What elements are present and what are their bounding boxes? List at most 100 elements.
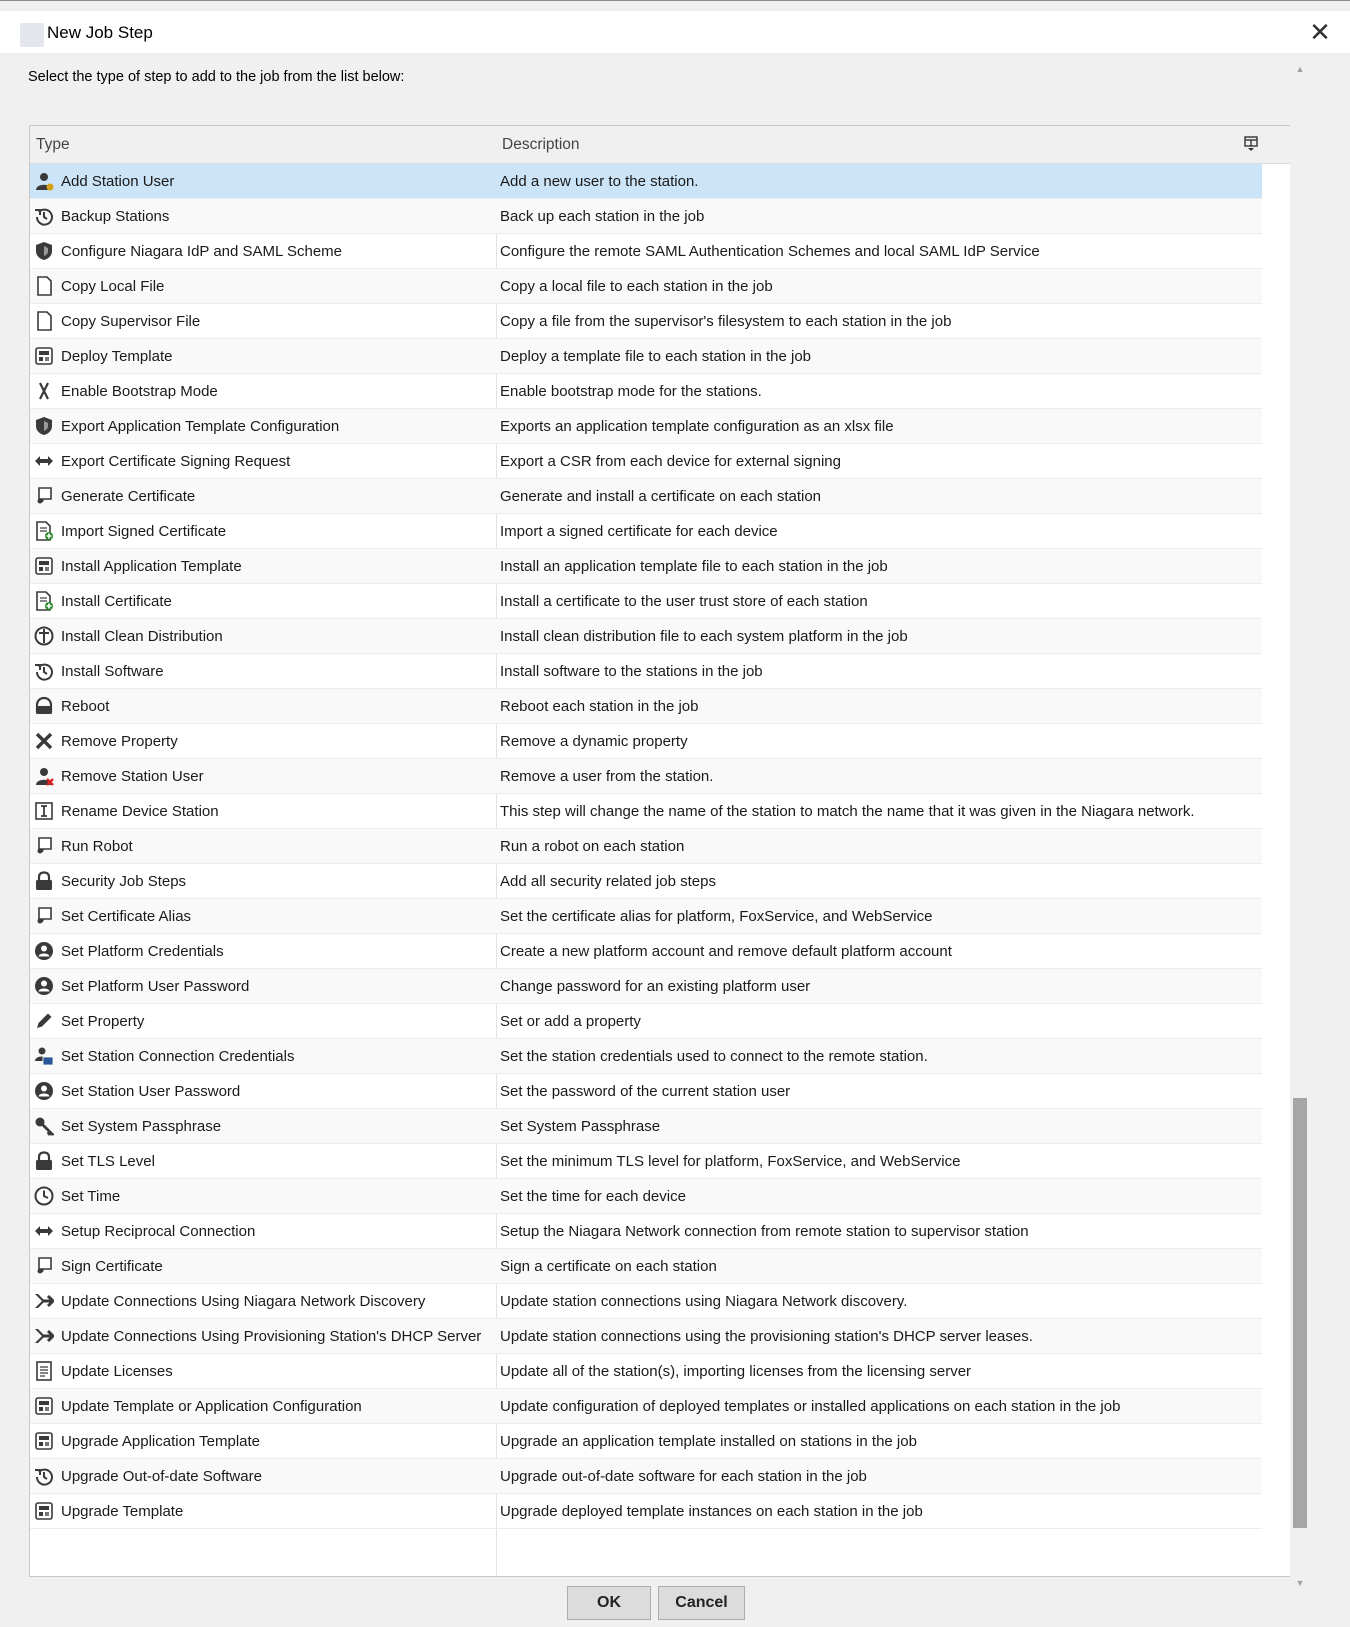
credentials-icon bbox=[34, 1046, 54, 1066]
table-row[interactable]: Sign Certificate Sign a certificate on ea… bbox=[30, 1249, 1262, 1284]
arrows-icon bbox=[34, 451, 54, 471]
scroll-up-arrow-icon[interactable]: ▲ bbox=[1290, 61, 1310, 77]
table-row[interactable]: Remove Station User Remove a user from th… bbox=[30, 759, 1262, 794]
row-description-cell: Set the time for each device bbox=[500, 1188, 686, 1205]
table-row[interactable]: Update Connections Using Provisioning St… bbox=[30, 1319, 1262, 1354]
table-row[interactable]: Run Robot Run a robot on each station bbox=[30, 829, 1262, 864]
job-step-table: Type Description Add Station User Add a n… bbox=[29, 125, 1310, 1577]
row-description-cell: Copy a file from the supervisor's filesy… bbox=[500, 313, 952, 330]
table-header: Type Description bbox=[30, 126, 1310, 164]
table-row[interactable]: Set Property Set or add a property bbox=[30, 1004, 1262, 1039]
table-row[interactable]: Install Clean Distribution Install clean … bbox=[30, 619, 1262, 654]
row-description-cell: Copy a local file to each station in the… bbox=[500, 278, 773, 295]
table-row[interactable]: Upgrade Out-of-date Software Upgrade out-… bbox=[30, 1459, 1262, 1494]
row-description-cell: Set the password of the current station … bbox=[500, 1083, 791, 1100]
row-type-cell: Remove Property bbox=[61, 733, 178, 750]
merge-icon bbox=[34, 1326, 56, 1346]
row-type-cell: Upgrade Out-of-date Software bbox=[61, 1468, 262, 1485]
shield-icon bbox=[34, 416, 54, 436]
table-row[interactable]: Copy Supervisor File Copy a file from the… bbox=[30, 304, 1262, 339]
row-type-cell: Install Clean Distribution bbox=[61, 628, 223, 645]
table-row[interactable]: Export Certificate Signing Request Export… bbox=[30, 444, 1262, 479]
table-row[interactable]: Export Application Template Configuratio… bbox=[30, 409, 1262, 444]
row-description-cell: Install a certificate to the user trust … bbox=[500, 593, 868, 610]
table-row[interactable]: Upgrade Application Template Upgrade an a… bbox=[30, 1424, 1262, 1459]
table-row[interactable]: Update Connections Using Niagara Network… bbox=[30, 1284, 1262, 1319]
certificate-icon bbox=[34, 906, 54, 926]
table-row[interactable]: Update Template or Application Configura… bbox=[30, 1389, 1262, 1424]
table-row[interactable]: Add Station User Add a new user to the st… bbox=[30, 164, 1262, 199]
scroll-thumb[interactable] bbox=[1293, 1098, 1307, 1528]
row-type-cell: Copy Supervisor File bbox=[61, 313, 201, 330]
row-type-cell: Security Job Steps bbox=[61, 873, 187, 890]
row-description-cell: Run a robot on each station bbox=[500, 838, 685, 855]
row-description-cell: Upgrade an application template installe… bbox=[500, 1433, 917, 1450]
title-bar: New Job Step ✕ bbox=[0, 11, 1350, 53]
row-description-cell: Install clean distribution file to each … bbox=[500, 628, 908, 645]
row-type-cell: Run Robot bbox=[61, 838, 133, 855]
table-row[interactable]: Remove Property Remove a dynamic property bbox=[30, 724, 1262, 759]
table-row[interactable]: Set Platform Credentials Create a new pla… bbox=[30, 934, 1262, 969]
column-header-type[interactable]: Type bbox=[36, 126, 70, 164]
reboot-icon bbox=[34, 696, 54, 716]
table-row[interactable]: Install Certificate Install a certificate… bbox=[30, 584, 1262, 619]
document-add-icon bbox=[34, 591, 54, 611]
table-row[interactable]: Set Time Set the time for each device bbox=[30, 1179, 1262, 1214]
column-chooser-icon[interactable] bbox=[1244, 136, 1258, 152]
arrows-icon bbox=[34, 1221, 54, 1241]
table-row[interactable]: Backup Stations Back up each station in t… bbox=[30, 199, 1262, 234]
row-description-cell: Set the certificate alias for platform, … bbox=[500, 908, 933, 925]
pencil-icon bbox=[34, 1011, 54, 1031]
table-row[interactable]: Copy Local File Copy a local file to each… bbox=[30, 269, 1262, 304]
row-type-cell: Set Time bbox=[61, 1188, 121, 1205]
close-button[interactable]: ✕ bbox=[1304, 17, 1336, 49]
shield-icon bbox=[34, 241, 54, 261]
close-x-icon bbox=[34, 731, 54, 751]
history-icon bbox=[34, 206, 54, 226]
table-row[interactable]: Update Licenses Update all of the station… bbox=[30, 1354, 1262, 1389]
license-icon bbox=[34, 1361, 54, 1381]
key-icon bbox=[34, 1116, 56, 1136]
table-row[interactable]: Deploy Template Deploy a template file to… bbox=[30, 339, 1262, 374]
row-description-cell: Enable bootstrap mode for the stations. bbox=[500, 383, 762, 400]
row-description-cell: Set the station credentials used to conn… bbox=[500, 1048, 928, 1065]
ok-button[interactable]: OK bbox=[567, 1586, 651, 1620]
table-row[interactable]: Generate Certificate Generate and install… bbox=[30, 479, 1262, 514]
table-row[interactable]: Setup Reciprocal Connection Setup the Nia… bbox=[30, 1214, 1262, 1249]
table-row[interactable]: Rename Device Station This step will chan… bbox=[30, 794, 1262, 829]
row-description-cell: Export a CSR from each device for extern… bbox=[500, 453, 841, 470]
table-row[interactable]: Set Station Connection Credentials Set th… bbox=[30, 1039, 1262, 1074]
row-type-cell: Import Signed Certificate bbox=[61, 523, 227, 540]
account-icon bbox=[34, 941, 54, 961]
row-type-cell: Export Certificate Signing Request bbox=[61, 453, 291, 470]
table-row[interactable]: Install Software Install software to the … bbox=[30, 654, 1262, 689]
row-description-cell: Configure the remote SAML Authentication… bbox=[500, 243, 1040, 260]
scroll-down-arrow-icon[interactable]: ▼ bbox=[1290, 1575, 1310, 1591]
table-row[interactable]: Configure Niagara IdP and SAML Scheme Con… bbox=[30, 234, 1262, 269]
table-row[interactable]: Import Signed Certificate Import a signed… bbox=[30, 514, 1262, 549]
row-type-cell: Remove Station User bbox=[61, 768, 204, 785]
table-row[interactable]: Set Certificate Alias Set the certificate… bbox=[30, 899, 1262, 934]
lock-icon bbox=[34, 871, 54, 891]
table-row[interactable]: Set TLS Level Set the minimum TLS level f… bbox=[30, 1144, 1262, 1179]
row-description-cell: Remove a user from the station. bbox=[500, 768, 714, 785]
row-type-cell: Update Licenses bbox=[61, 1363, 173, 1380]
row-description-cell: Set System Passphrase bbox=[500, 1118, 661, 1135]
table-row[interactable]: Set Station User Password Set the passwor… bbox=[30, 1074, 1262, 1109]
row-type-cell: Install Application Template bbox=[61, 558, 242, 575]
table-row[interactable]: Security Job Steps Add all security relat… bbox=[30, 864, 1262, 899]
table-row[interactable]: Upgrade Template Upgrade deployed templat… bbox=[30, 1494, 1262, 1529]
vertical-scrollbar[interactable]: ▲ ▼ bbox=[1290, 61, 1310, 1591]
row-description-cell: Exports an application template configur… bbox=[500, 418, 894, 435]
row-type-cell: Backup Stations bbox=[61, 208, 170, 225]
cancel-button[interactable]: Cancel bbox=[658, 1586, 745, 1620]
table-row[interactable]: Set Platform User Password Change passwor… bbox=[30, 969, 1262, 1004]
row-type-cell: Update Connections Using Niagara Network… bbox=[61, 1293, 426, 1310]
table-row[interactable]: Install Application Template Install an a… bbox=[30, 549, 1262, 584]
table-row[interactable]: Set System Passphrase Set System Passphra… bbox=[30, 1109, 1262, 1144]
row-type-cell: Copy Local File bbox=[61, 278, 165, 295]
table-row[interactable]: Reboot Reboot each station in the job bbox=[30, 689, 1262, 724]
table-row[interactable]: Enable Bootstrap Mode Enable bootstrap mo… bbox=[30, 374, 1262, 409]
row-description-cell: Create a new platform account and remove… bbox=[500, 943, 952, 960]
column-header-description[interactable]: Description bbox=[502, 126, 580, 164]
